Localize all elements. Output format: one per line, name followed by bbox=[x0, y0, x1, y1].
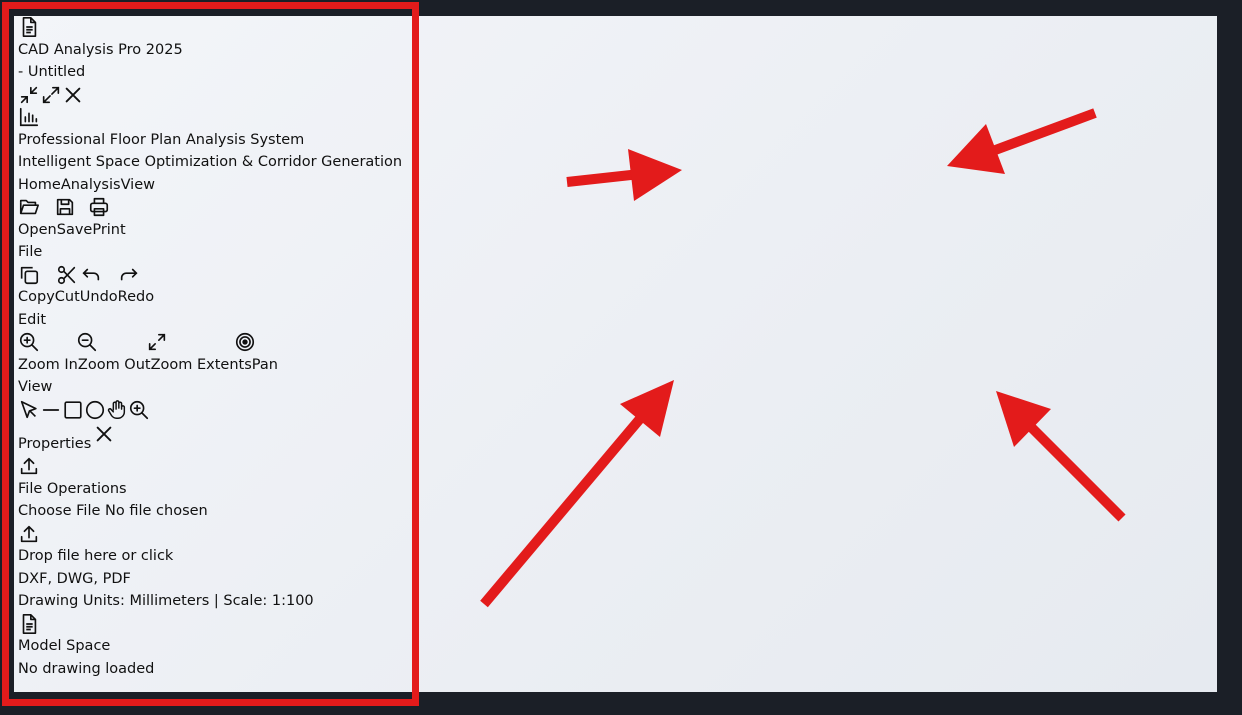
arrow-up-right bbox=[480, 380, 674, 608]
arrow-right bbox=[566, 149, 682, 201]
arrow-left bbox=[947, 108, 1097, 174]
annotation-arrows bbox=[480, 108, 1126, 608]
window-frame: CAD Analysis Pro 2025 - Untitled Profess… bbox=[0, 0, 1242, 715]
arrow-up-left bbox=[996, 391, 1126, 522]
